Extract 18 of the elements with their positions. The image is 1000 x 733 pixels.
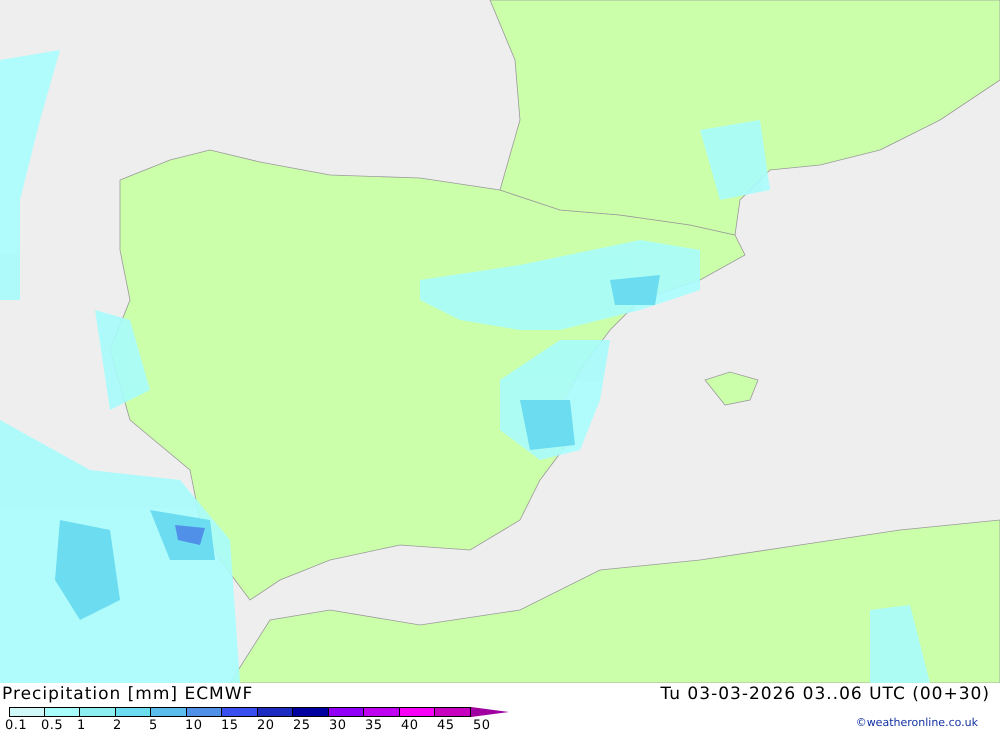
scale-label: 5 [149,718,159,733]
scale-label: 30 [329,718,348,733]
scale-label: 50 [473,718,492,733]
scale-label: 45 [437,718,456,733]
scale-arrow-icon [470,707,508,717]
scale-label: 10 [185,718,204,733]
scale-label: 15 [221,718,240,733]
scale-label: 35 [365,718,384,733]
map-title: Precipitation [mm] ECMWF [2,684,254,704]
credit-link[interactable]: ©weatheronline.co.uk [856,716,978,729]
scale-label: 2 [113,718,123,733]
scale-label: 0.5 [41,718,64,733]
scale-label: 25 [293,718,312,733]
valid-time: Tu 03-03-2026 03..06 UTC (00+30) [660,684,990,704]
scale-label: 40 [401,718,420,733]
scale-label: 0.1 [5,718,28,733]
scale-label: 20 [257,718,276,733]
scale-label: 1 [77,718,87,733]
